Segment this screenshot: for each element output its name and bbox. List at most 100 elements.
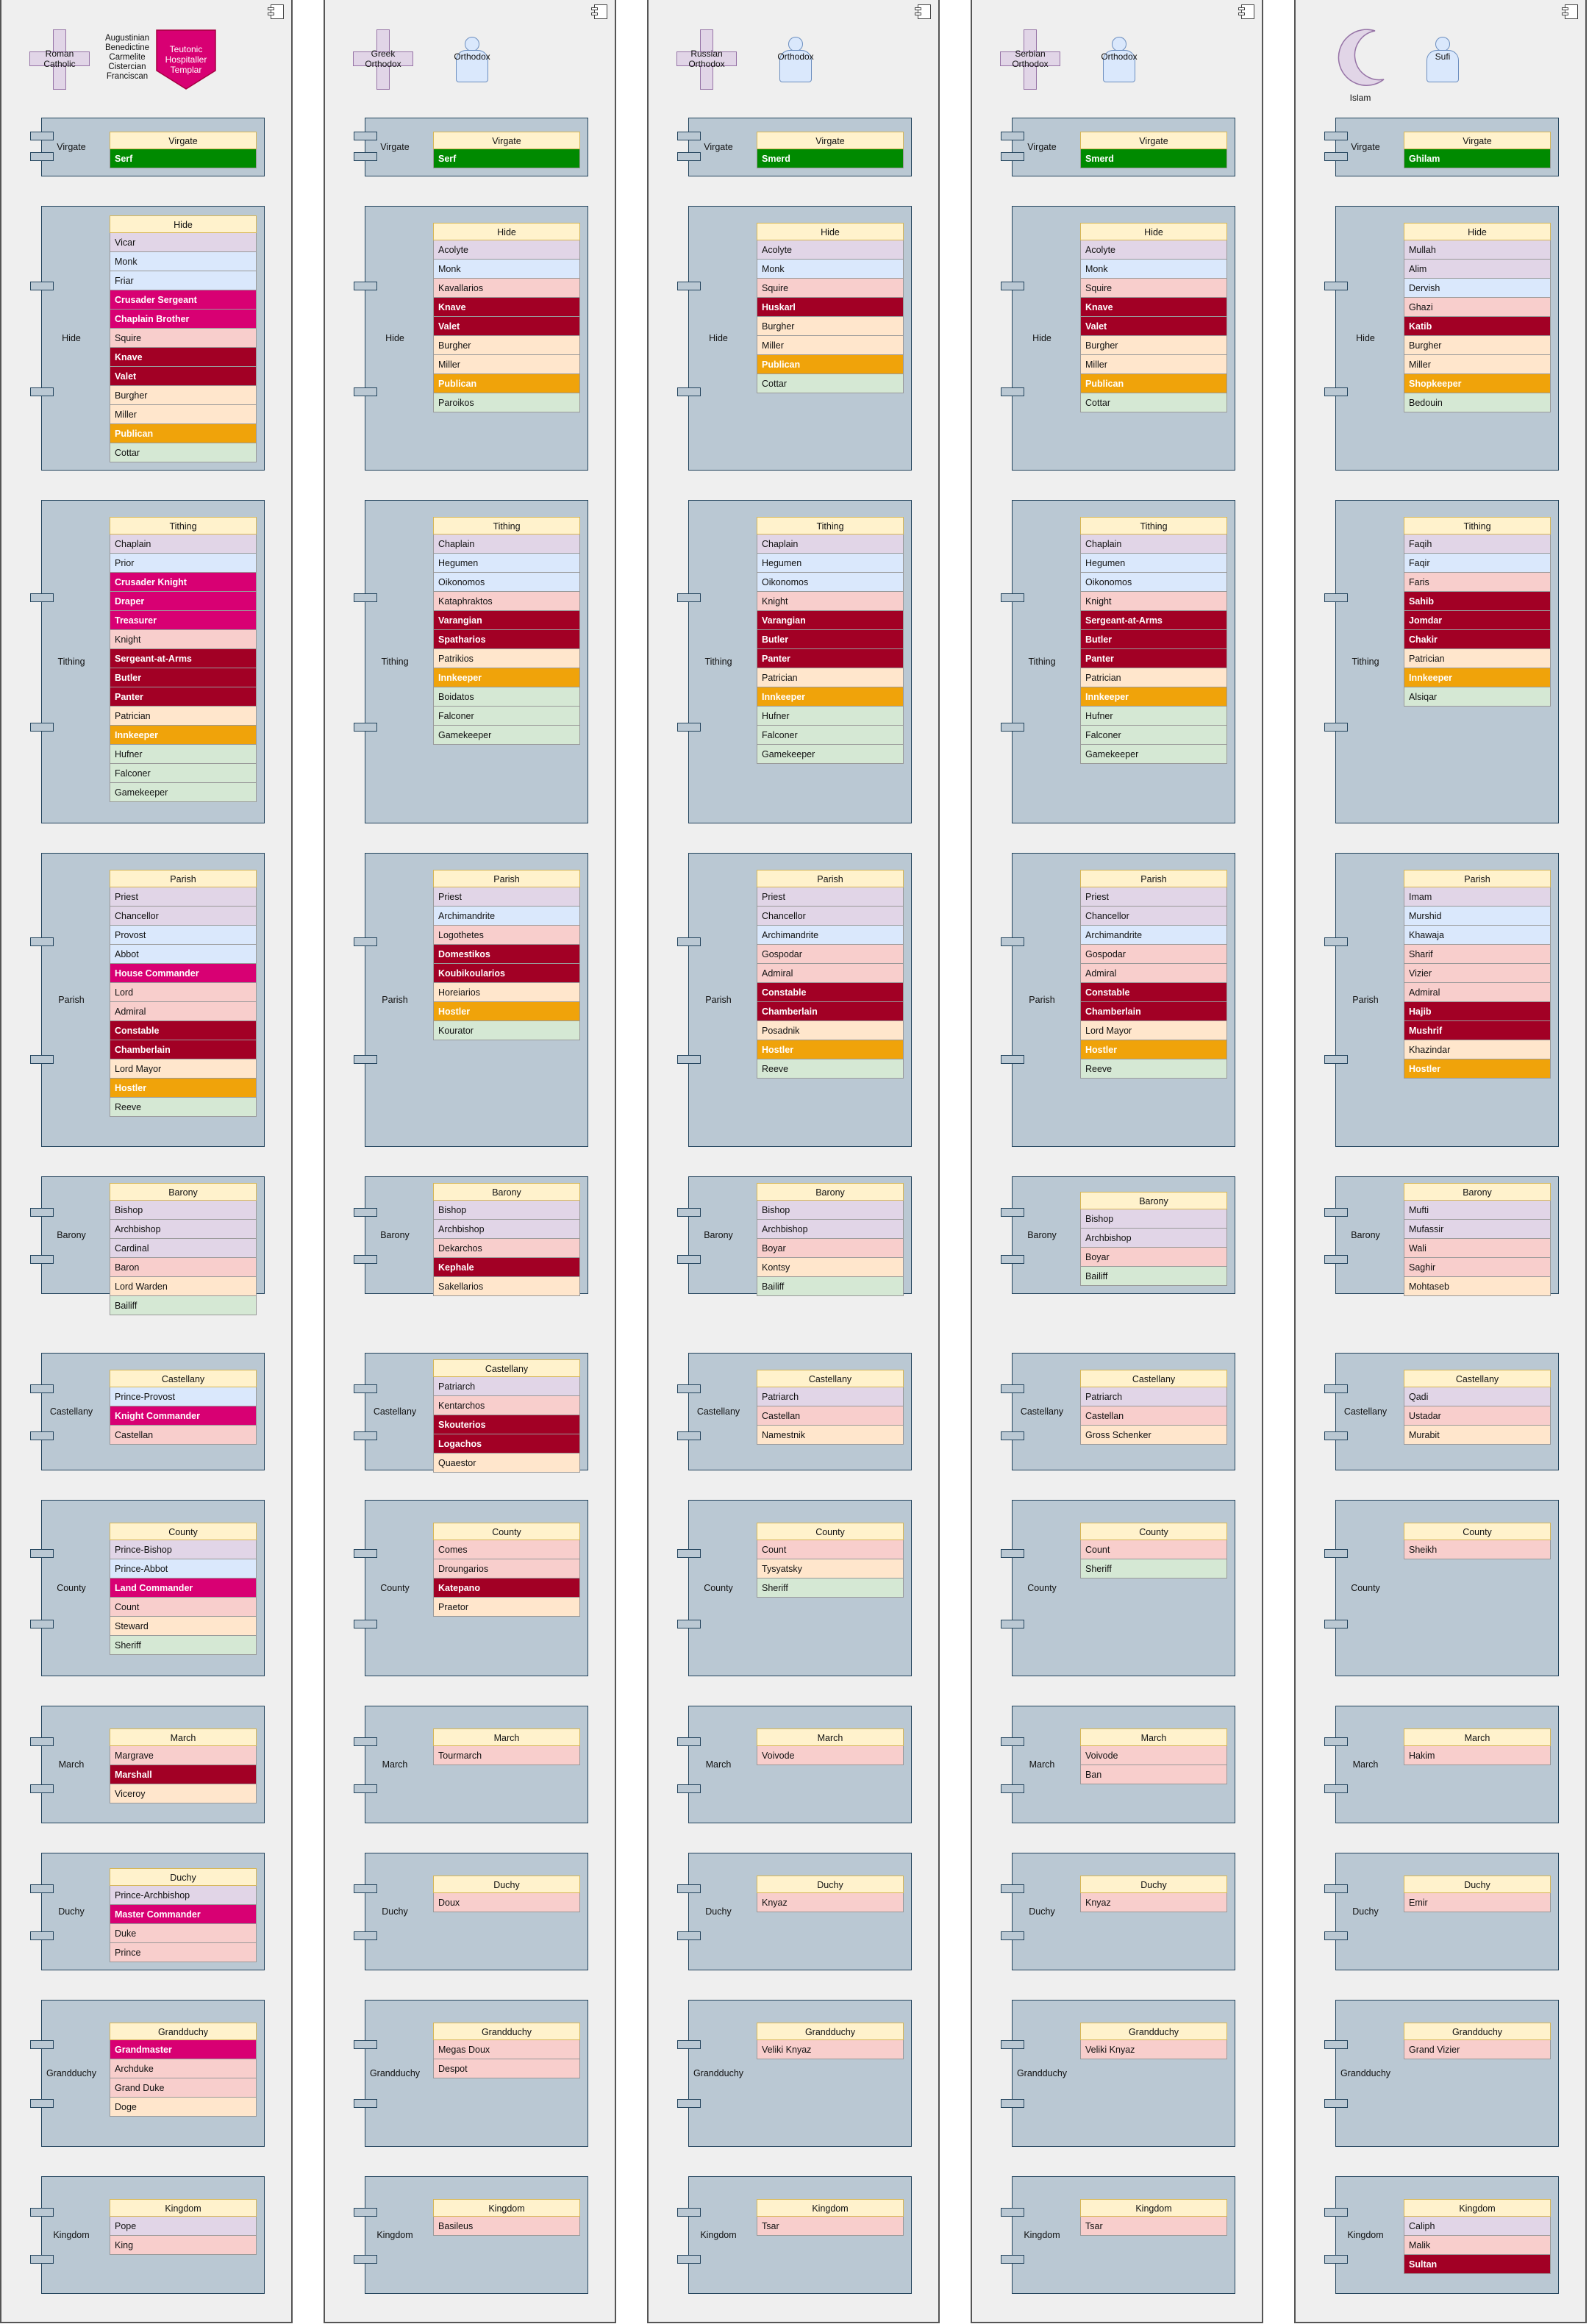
- tier-virgate: Virgate Virgate Smerd: [1001, 118, 1235, 176]
- tier-kingdom: Kingdom Kingdom Pope King: [30, 2176, 265, 2294]
- tier-label: Hide: [62, 333, 81, 343]
- title-row-hostler: Hostler: [433, 1002, 580, 1021]
- title-row-bishop: Bishop: [433, 1201, 580, 1220]
- title-row-wali: Wali: [1404, 1239, 1551, 1258]
- title-row-veliki-knyaz: Veliki Knyaz: [757, 2040, 904, 2059]
- title-row-admiral: Admiral: [110, 1002, 257, 1021]
- tier-parish: Parish Parish Imam Murshid Khawaja Sharif Vizi…: [1324, 853, 1559, 1147]
- tier-port-top: [677, 1208, 701, 1217]
- tier-port-top: [1324, 1884, 1348, 1893]
- tier-port-bottom: [677, 1784, 701, 1793]
- table-header: Grandduchy: [433, 2023, 580, 2040]
- title-row-chamberlain: Chamberlain: [757, 1002, 904, 1021]
- tier-label: Virgate: [57, 142, 86, 152]
- title-row-sheriff: Sheriff: [757, 1578, 904, 1598]
- person-head: [1112, 37, 1126, 51]
- military-orders-label: Teutonic Hospitaller Templar: [165, 44, 207, 75]
- title-row-oikonomos: Oikonomos: [1080, 573, 1227, 592]
- tier-port-bottom: [1001, 2099, 1024, 2108]
- tier-march: March March Voivode Ban: [1001, 1706, 1235, 1823]
- titles-table: Castellany Patriarch Castellan Gross Schenk…: [1080, 1370, 1227, 1445]
- title-row-caliph: Caliph: [1404, 2217, 1551, 2236]
- tier-label: County: [380, 1583, 410, 1593]
- title-row-smerd: Smerd: [1080, 149, 1227, 168]
- table-header: Parish: [110, 870, 257, 887]
- table-header: Grandduchy: [1080, 2023, 1227, 2040]
- tier-port-bottom: [1324, 1255, 1348, 1264]
- tier-grandduchy: Grandduchy Grandduchy Grandmaster Archduke G…: [30, 2000, 265, 2147]
- title-row-archbishop: Archbishop: [1080, 1229, 1227, 1248]
- titles-table: Tithing Faqih Faqir Faris Sahib Jomdar Chakir P…: [1404, 517, 1551, 707]
- table-header: Virgate: [1080, 132, 1227, 149]
- tier-hide: Hide Hide Acolyte Monk Squire Knave Valet Burgh…: [1001, 206, 1235, 471]
- tier-label: Kingdom: [1024, 2230, 1060, 2240]
- tier-label: Barony: [380, 1230, 410, 1240]
- title-row-despot: Despot: [433, 2059, 580, 2078]
- title-row-monk: Monk: [110, 252, 257, 271]
- titles-table: Barony Bishop Archbishop Cardinal Baron Lord …: [110, 1183, 257, 1315]
- title-row-knave: Knave: [1080, 298, 1227, 317]
- tier-march: March March Tourmarch: [354, 1706, 588, 1823]
- title-row-sultan: Sultan: [1404, 2255, 1551, 2274]
- tier-port-bottom: [30, 2255, 54, 2264]
- title-row-koubikoularios: Koubikoularios: [433, 964, 580, 983]
- tier-port-bottom: [677, 1055, 701, 1064]
- tier-port-top: [1324, 1208, 1348, 1217]
- titles-table: Kingdom Tsar: [757, 2199, 904, 2236]
- tier-label: Tithing: [1028, 657, 1056, 667]
- table-header: Parish: [1080, 870, 1227, 887]
- title-row-bailiff: Bailiff: [757, 1277, 904, 1296]
- title-row-chaplain: Chaplain: [757, 534, 904, 554]
- tier-label: Parish: [1352, 995, 1379, 1005]
- tier-parish: Parish Parish Priest Chancellor Archimandrit…: [1001, 853, 1235, 1147]
- column-header: Greek Orthodox Orthodox: [325, 0, 615, 103]
- tier-port-top: [1324, 1549, 1348, 1558]
- title-row-falconer: Falconer: [757, 726, 904, 745]
- tier-port-top: [1324, 2208, 1348, 2217]
- tier-label: Grandduchy: [369, 2068, 421, 2078]
- tier-grandduchy: Grandduchy Grandduchy Megas Doux Despot: [354, 2000, 588, 2147]
- table-header: Tithing: [433, 517, 580, 534]
- tier-grandduchy: Grandduchy Grandduchy Veliki Knyaz: [677, 2000, 912, 2147]
- tier-port-top: [1001, 2208, 1024, 2217]
- tier-port-top: [677, 132, 701, 140]
- title-row-ghazi: Ghazi: [1404, 298, 1551, 317]
- title-row-acolyte: Acolyte: [757, 240, 904, 260]
- denomination-label: Roman Catholic: [43, 49, 76, 69]
- title-row-tsar: Tsar: [757, 2217, 904, 2236]
- titles-table: Virgate Serf: [110, 132, 257, 168]
- title-row-khawaja: Khawaja: [1404, 926, 1551, 945]
- tier-label: Duchy: [705, 1906, 732, 1917]
- denomination-label: Russian Orthodox: [688, 49, 725, 69]
- tier-label: Tithing: [381, 657, 409, 667]
- table-header: Grandduchy: [110, 2023, 257, 2040]
- titles-table: Grandduchy Grand Vizier: [1404, 2023, 1551, 2059]
- tier-label: Parish: [705, 995, 732, 1005]
- title-row-hufner: Hufner: [110, 745, 257, 764]
- tier-port-bottom: [1324, 2255, 1348, 2264]
- tier-label: Grandduchy: [1016, 2068, 1068, 2078]
- title-row-domestikos: Domestikos: [433, 945, 580, 964]
- titles-table: Grandduchy Megas Doux Despot: [433, 2023, 580, 2078]
- title-row-castellan: Castellan: [1080, 1406, 1227, 1426]
- tier-port-bottom: [1324, 152, 1348, 161]
- title-row-serf: Serf: [110, 149, 257, 168]
- title-row-archbishop: Archbishop: [433, 1220, 580, 1239]
- tier-port-top: [1001, 1884, 1024, 1893]
- table-header: Parish: [433, 870, 580, 887]
- crescent-moon-icon: [1331, 28, 1390, 90]
- sect-label: Orthodox: [1101, 51, 1138, 62]
- titles-table: County Sheikh: [1404, 1523, 1551, 1559]
- person-head: [788, 37, 803, 51]
- title-row-house-commander: House Commander: [110, 964, 257, 983]
- title-row-comes: Comes: [433, 1540, 580, 1559]
- title-row-ban: Ban: [1080, 1765, 1227, 1784]
- title-row-archduke: Archduke: [110, 2059, 257, 2078]
- title-row-gamekeeper: Gamekeeper: [433, 726, 580, 745]
- table-header: Hide: [433, 223, 580, 240]
- tier-port-top: [354, 593, 377, 602]
- tier-label: Parish: [382, 995, 408, 1005]
- tier-port-top: [1001, 1737, 1024, 1746]
- title-row-chancellor: Chancellor: [757, 907, 904, 926]
- title-row-sergeant-at-arms: Sergeant-at-Arms: [1080, 611, 1227, 630]
